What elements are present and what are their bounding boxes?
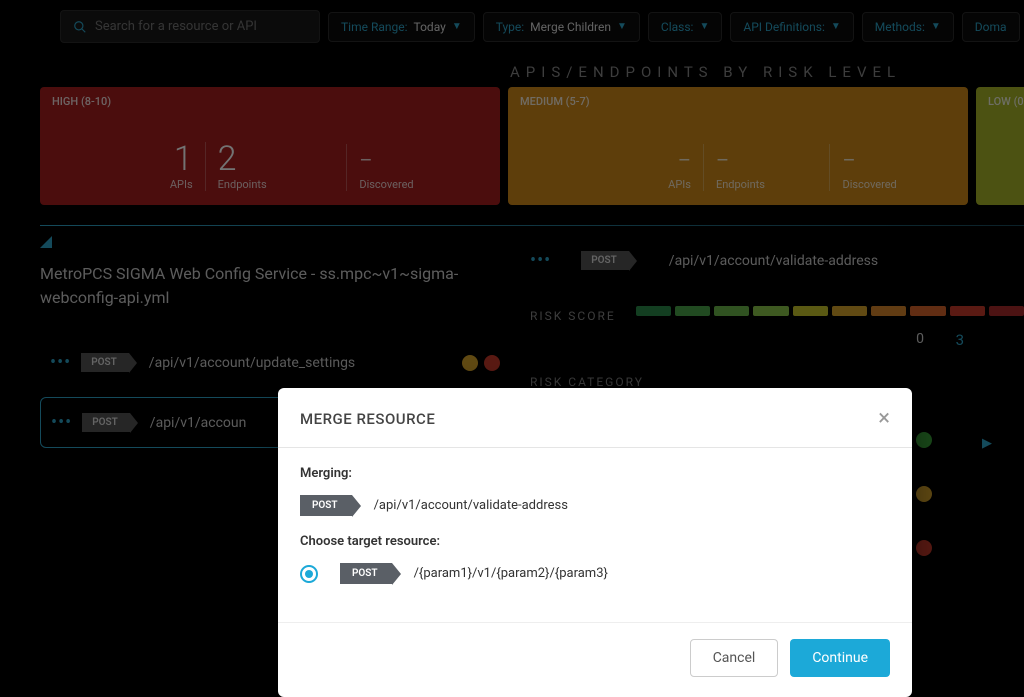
choose-target-label: Choose target resource: [300,534,890,549]
status-dot [462,355,478,371]
stat-endpoints-label: Endpoints [218,178,267,191]
filter-label: Doma [975,20,1007,34]
filter-label: Time Range: [341,20,408,34]
triangle-marker-icon [40,236,52,248]
score-segment [675,306,710,316]
score-value: 0 [916,331,924,347]
status-dot [916,540,932,556]
top-filter-bar: Time Range: Today ▼ Type: Merge Children… [0,0,1024,53]
filter-value: Merge Children [530,20,611,34]
stat-discovered-label: Discovered [359,178,413,191]
cancel-button[interactable]: Cancel [690,639,779,677]
search-icon [73,20,87,34]
chevron-down-icon: ▼ [831,21,841,32]
radio-inner-icon [305,570,313,578]
stat-discovered-label: Discovered [842,178,896,191]
score-segment [832,306,867,316]
endpoint-row[interactable]: ••• POST /api/v1/account/validate-addres… [530,236,1024,285]
search-input[interactable] [95,19,307,34]
status-dot [916,486,932,502]
filter-doma[interactable]: Doma [962,12,1020,42]
score-segment [989,306,1024,316]
method-badge: POST [300,495,352,516]
filter-methods[interactable]: Methods: ▼ [862,12,954,42]
resource-path: /{param1}/v1/{param2}/{param3} [414,566,608,581]
merging-resource-row: POST /api/v1/account/validate-address [300,495,890,516]
risk-card-header: HIGH (8-10) [52,95,488,108]
more-dots-icon[interactable]: ••• [50,352,71,373]
filter-label: Class: [661,20,694,34]
target-resource-option[interactable]: POST /{param1}/v1/{param2}/{param3} [300,563,890,584]
method-badge: POST [81,353,129,372]
method-badge: POST [340,563,392,584]
play-arrow-icon[interactable]: ▶ [982,436,992,451]
risk-card-medium[interactable]: MEDIUM (5-7) – APIs – Endpoints – Discov… [508,87,968,205]
modal-title: MERGE RESOURCE [300,410,435,428]
stat-endpoints-value: 2 [218,142,237,176]
endpoint-row[interactable]: ••• POST /api/v1/account/update_settings [40,338,510,387]
filter-label: API Definitions: [743,20,825,34]
service-name: MetroPCS SIGMA Web Config Service - ss.m… [40,262,510,310]
status-dot [916,432,932,448]
score-segment [950,306,985,316]
chevron-down-icon: ▼ [452,21,462,32]
section-divider [40,225,1024,226]
method-badge: POST [82,413,130,432]
filter-label: Type: [496,20,524,34]
stat-discovered-value: – [359,144,372,176]
risk-cards-row: HIGH (8-10) 1 APIs 2 Endpoints – Discove… [0,87,1024,205]
stat-apis-label: APIs [170,178,193,191]
close-icon: × [878,406,890,431]
risk-category-label: RISK CATEGORY [530,375,1024,389]
score-segment [753,306,788,316]
score-segment [793,306,828,316]
filter-time-range[interactable]: Time Range: Today ▼ [328,12,475,42]
risk-card-low[interactable]: LOW (0 [976,87,1024,205]
stat-endpoints-label: Endpoints [716,178,765,191]
score-value: 3 [956,331,964,349]
stat-apis-value: 1 [174,142,193,176]
score-segment [871,306,906,316]
status-dot [484,355,500,371]
chevron-down-icon: ▼ [699,21,709,32]
risk-card-header: LOW (0 [988,95,1024,108]
risk-card-header: MEDIUM (5-7) [520,95,956,108]
method-badge: POST [581,251,629,270]
more-dots-icon[interactable]: ••• [51,412,72,433]
merge-resource-modal: MERGE RESOURCE × Merging: POST /api/v1/a… [278,388,912,697]
score-segment [636,306,671,316]
merging-label: Merging: [300,466,890,481]
endpoint-path: /api/v1/account/validate-address [669,253,878,269]
stat-apis-label: APIs [668,178,691,191]
risk-card-high[interactable]: HIGH (8-10) 1 APIs 2 Endpoints – Discove… [40,87,500,205]
filter-class[interactable]: Class: ▼ [648,12,722,42]
filter-type[interactable]: Type: Merge Children ▼ [483,12,640,42]
endpoint-path: /api/v1/accoun [150,415,247,431]
filter-value: Today [414,20,446,34]
status-dot-column [916,432,932,556]
search-box[interactable] [60,10,320,43]
resource-path: /api/v1/account/validate-address [374,498,568,513]
stat-discovered-value: – [842,144,855,176]
radio-selected[interactable] [300,565,318,583]
risk-score-bar [636,306,1024,316]
score-segment [910,306,945,316]
stat-endpoints-value: – [716,144,729,176]
continue-button[interactable]: Continue [790,639,890,677]
score-segment [714,306,749,316]
endpoint-path: /api/v1/account/update_settings [149,355,355,371]
more-dots-icon[interactable]: ••• [530,250,551,271]
risk-section-title: APIS/ENDPOINTS BY RISK LEVEL [0,53,1024,87]
close-button[interactable]: × [878,406,890,431]
filter-api-definitions[interactable]: API Definitions: ▼ [730,12,853,42]
stat-apis-value: – [678,144,691,176]
chevron-down-icon: ▼ [617,21,627,32]
filter-label: Methods: [875,20,925,34]
chevron-down-icon: ▼ [931,21,941,32]
risk-score-label: RISK SCORE [530,309,616,323]
